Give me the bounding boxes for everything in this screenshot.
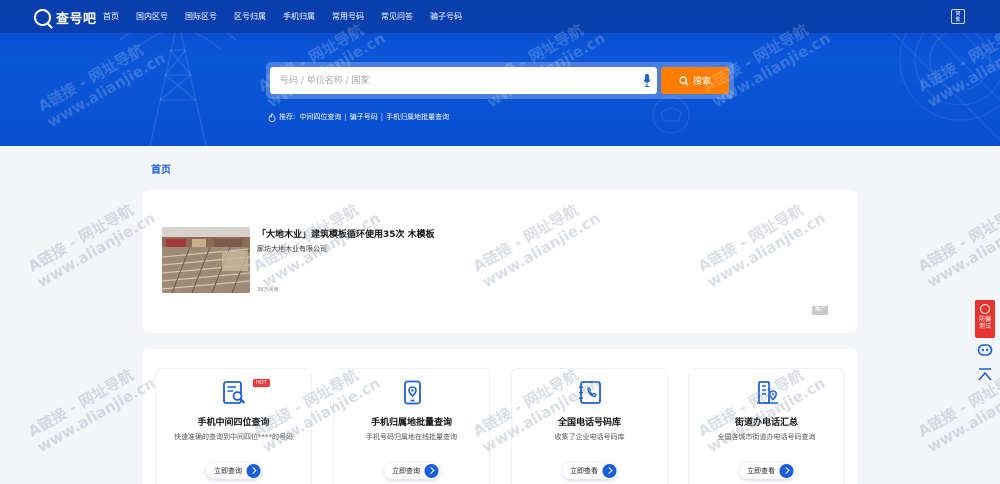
mobile-location-icon xyxy=(404,380,421,405)
search-button[interactable]: 搜索 xyxy=(661,67,729,94)
search-input[interactable] xyxy=(280,67,640,94)
tool-description: 收集了企业电话号码库 xyxy=(554,433,625,441)
ad-card[interactable]: 「大地木业」建筑模板循环使用35次 木模板 廊坊大地木业有限公司 38万阅读 推… xyxy=(143,190,857,333)
ad-company: 廊坊大地木业有限公司 xyxy=(257,245,327,253)
arrow-right-icon xyxy=(246,464,260,478)
watermark: A链接 - 网址导航www.alianjie.cn xyxy=(915,200,1000,292)
nav-item-mobile-location[interactable]: 手机归属 xyxy=(283,11,315,22)
button-label: 立即查看 xyxy=(570,467,598,475)
arrow-right-icon xyxy=(602,464,616,478)
query-now-button[interactable]: 立即查询 xyxy=(206,463,261,479)
tool-middle-four-query[interactable]: HOT 手机中间四位查询 快速准确的查询到中间四位****的号码 立即查询 xyxy=(155,368,312,484)
back-to-top-icon[interactable] xyxy=(975,367,995,383)
arrow-right-icon xyxy=(779,464,793,478)
language-toggle-button[interactable]: 简 繁 xyxy=(951,9,965,24)
alarm-icon xyxy=(980,304,990,314)
main-nav: 首页 国内区号 国际区号 区号归属 手机归属 常用号码 常见问答 骗子号码 xyxy=(103,11,479,22)
tool-description: 快速准确的查询到中间四位****的号码 xyxy=(174,433,293,441)
tool-description: 手机号码归属地在线批量查询 xyxy=(366,433,457,441)
recommend-link-scam-numbers[interactable]: 骗子号码 xyxy=(350,112,378,122)
tools-card: HOT 手机中间四位查询 快速准确的查询到中间四位****的号码 立即查询 手机… xyxy=(143,349,857,484)
nav-item-area-code-location[interactable]: 区号归属 xyxy=(234,11,266,22)
recommend-bar: 推荐: 中间四位查询 | 骗子号码 | 手机归属地批量查询 xyxy=(268,112,449,122)
phone-book-icon xyxy=(579,381,601,404)
top-navbar: 查号吧 首页 国内区号 国际区号 区号归属 手机归属 常用号码 常见问答 骗子号… xyxy=(0,0,1000,33)
anti-fraud-test-label: 防骗 测试 xyxy=(978,316,991,330)
watermark: A链接 - 网址导航www.alianjie.cn xyxy=(25,200,159,292)
button-label: 立即查看 xyxy=(747,467,775,475)
anti-fraud-test-button[interactable]: 防骗 测试 xyxy=(975,300,995,338)
button-label: 立即查询 xyxy=(392,467,420,475)
tool-title: 手机归属地批量查询 xyxy=(370,418,452,428)
recommend-link-middle-four[interactable]: 中间四位查询 xyxy=(299,112,341,122)
query-now-button[interactable]: 立即查询 xyxy=(384,463,439,479)
separator: | xyxy=(380,113,384,121)
nav-item-home[interactable]: 首页 xyxy=(103,11,119,22)
microphone-icon[interactable] xyxy=(643,74,651,87)
tool-title: 全国电话号码库 xyxy=(557,418,621,428)
tool-batch-location-query[interactable]: 手机归属地批量查询 手机号码归属地在线批量查询 立即查询 xyxy=(333,368,490,484)
right-float-bar: 防骗 测试 xyxy=(975,300,995,387)
tool-title: 手机中间四位查询 xyxy=(197,418,270,428)
recommend-link-batch-location[interactable]: 手机归属地批量查询 xyxy=(386,112,449,122)
tool-description: 全国各城市街道办电话号码查询 xyxy=(717,433,816,441)
separator: | xyxy=(344,113,347,121)
view-now-button[interactable]: 立即查看 xyxy=(562,463,617,479)
tool-phone-directory[interactable]: 全国电话号码库 收集了企业电话号码库 立即查看 xyxy=(511,368,668,484)
search-button-label: 搜索 xyxy=(692,77,711,87)
logo-text: 查号吧 xyxy=(56,12,97,27)
nav-item-international-code[interactable]: 国际区号 xyxy=(185,11,217,22)
nav-item-domestic-code[interactable]: 国内区号 xyxy=(136,11,168,22)
hot-badge: HOT xyxy=(253,379,270,387)
fire-icon xyxy=(268,112,276,122)
tool-street-office-phones[interactable]: 街道办电话汇总 全国各城市街道办电话号码查询 立即查看 xyxy=(688,368,845,484)
search-icon xyxy=(679,75,689,86)
ad-image xyxy=(162,227,250,293)
recommend-label: 推荐: xyxy=(279,113,296,121)
site-logo[interactable]: 查号吧 xyxy=(34,8,97,27)
ad-title[interactable]: 「大地木业」建筑模板循环使用35次 木模板 xyxy=(257,227,435,240)
robot-service-icon[interactable] xyxy=(975,341,995,359)
header-banner: 查号吧 首页 国内区号 国际区号 区号归属 手机归属 常用号码 常见问答 骗子号… xyxy=(0,0,1000,146)
watermark: A链接 - 网址导航www.alianjie.cn xyxy=(25,365,159,457)
search-box xyxy=(270,67,657,94)
nav-item-scam-numbers[interactable]: 骗子号码 xyxy=(430,11,462,22)
ad-tag: 推广 xyxy=(812,306,829,315)
ad-views: 38万阅读 xyxy=(257,287,279,293)
breadcrumb[interactable]: 首页 xyxy=(151,161,171,176)
view-now-button[interactable]: 立即查看 xyxy=(739,463,794,479)
tool-title: 街道办电话汇总 xyxy=(734,418,798,428)
building-location-icon xyxy=(757,381,778,404)
ad-thumbnail[interactable] xyxy=(162,227,250,293)
phone-search-icon xyxy=(223,381,246,404)
nav-item-faq[interactable]: 常见问答 xyxy=(381,11,413,22)
arrow-right-icon xyxy=(424,464,438,478)
button-label: 立即查询 xyxy=(214,467,242,475)
logo-icon xyxy=(34,9,51,26)
nav-item-common-numbers[interactable]: 常用号码 xyxy=(332,11,364,22)
